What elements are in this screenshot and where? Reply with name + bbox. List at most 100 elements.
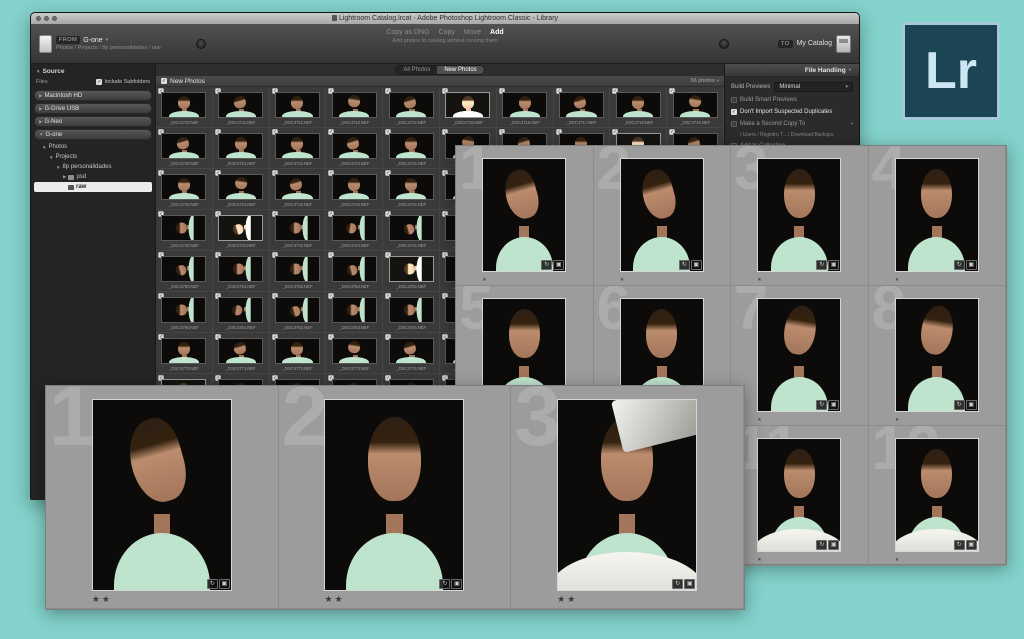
grid-thumbnail-cell[interactable]: _DSC4744.NEF (383, 210, 440, 251)
photo-preview[interactable] (757, 158, 841, 272)
crop-badge-icon[interactable] (828, 400, 839, 410)
grid-thumbnail-cell[interactable]: _DSC4740.NEF (156, 210, 213, 251)
star-rating[interactable]: ★★ (92, 594, 112, 605)
grid-thumbnail-cell[interactable]: _DSC4716.NEF (497, 87, 554, 128)
photo-thumbnail[interactable] (559, 92, 604, 118)
grid-thumbnail-cell[interactable]: _DSC4750.NEF (156, 251, 213, 292)
grid-thumbnail-cell[interactable]: _DSC4712.NEF (270, 87, 327, 128)
grid-thumbnail-cell[interactable]: _DSC4710.NEF (156, 87, 213, 128)
adjustment-badge-icon[interactable] (954, 540, 965, 550)
method-add[interactable]: Add (490, 29, 504, 36)
grid-thumbnail-cell[interactable]: _DSC4732.NEF (270, 169, 327, 210)
triangle-collapsed-icon[interactable]: ▶ (63, 174, 66, 180)
photo-thumbnail[interactable] (275, 133, 320, 159)
volume-g-drive-usb[interactable]: ▶G-Drive USB (34, 103, 152, 114)
zoom-cell-7[interactable]: 7★ (731, 286, 869, 426)
star-rating[interactable]: ★ (620, 277, 624, 283)
photo-preview[interactable] (895, 298, 979, 412)
grid-thumbnail-cell[interactable]: _DSC4724.NEF (383, 128, 440, 169)
photo-thumbnail[interactable] (502, 92, 547, 118)
grid-thumbnail-cell[interactable]: _DSC4761.NEF (213, 292, 270, 333)
star-rating[interactable]: ★ (895, 557, 899, 563)
adjustment-badge-icon[interactable] (541, 260, 552, 270)
photo-thumbnail[interactable] (218, 256, 263, 282)
destination-name[interactable]: My Catalog (797, 40, 832, 47)
next-panel-button[interactable] (719, 39, 729, 49)
triangle-expanded-icon[interactable]: ▼ (42, 145, 46, 150)
grid-thumbnail-cell[interactable]: _DSC4718.NEF (610, 87, 667, 128)
volume-g-one[interactable]: ▼G-one (34, 129, 152, 140)
grid-thumbnail-cell[interactable]: _DSC4711.NEF (213, 87, 270, 128)
photo-thumbnail[interactable] (218, 133, 263, 159)
photo-thumbnail[interactable] (445, 92, 490, 118)
grid-thumbnail-cell[interactable]: _DSC4720.NEF (156, 128, 213, 169)
photo-thumbnail[interactable] (332, 256, 377, 282)
photo-thumbnail[interactable] (332, 133, 377, 159)
photo-preview[interactable] (895, 438, 979, 552)
import-source-group[interactable]: FROM G-one ▾ Photos / Projects / 8p pers… (39, 35, 161, 53)
photo-thumbnail[interactable] (218, 297, 263, 323)
photo-thumbnail[interactable] (275, 297, 320, 323)
star-rating[interactable]: ★★ (324, 594, 344, 605)
crop-badge-icon[interactable] (553, 260, 564, 270)
triangle-expanded-icon[interactable]: ▼ (49, 155, 53, 160)
adjustment-badge-icon[interactable] (439, 579, 450, 589)
photo-thumbnail[interactable] (389, 215, 434, 241)
grid-thumbnail-cell[interactable]: _DSC4742.NEF (270, 210, 327, 251)
folder-item-psd[interactable]: ▶psd (31, 172, 155, 182)
source-name[interactable]: G-one (83, 37, 102, 44)
include-subfolders-checkbox[interactable] (96, 79, 102, 85)
crop-badge-icon[interactable] (219, 579, 230, 589)
grid-thumbnail-cell[interactable]: _DSC4741.NEF (213, 210, 270, 251)
crop-badge-icon[interactable] (966, 260, 977, 270)
grid-thumbnail-cell[interactable]: _DSC4773.NEF (326, 333, 383, 374)
crop-badge-icon[interactable] (828, 260, 839, 270)
chevron-down-icon[interactable]: ▾ (851, 121, 853, 127)
build-previews-select[interactable]: Minimal ▾ (774, 82, 853, 92)
grid-thumbnail-cell[interactable]: _DSC4715.NEF (440, 87, 497, 128)
option-build-smart-previews[interactable]: Build Smart Previews (731, 97, 853, 104)
source-panel-header[interactable]: ▼Source (31, 66, 155, 77)
grid-thumbnail-cell[interactable]: _DSC4754.NEF (383, 251, 440, 292)
zoom-cell-8[interactable]: 8★ (869, 286, 1007, 426)
photo-thumbnail[interactable] (332, 297, 377, 323)
grid-thumbnail-cell[interactable]: _DSC4734.NEF (383, 169, 440, 210)
zoom-cell-2[interactable]: 2★ (594, 146, 732, 286)
star-rating[interactable]: ★ (757, 417, 761, 423)
crop-badge-icon[interactable] (691, 260, 702, 270)
window-titlebar[interactable]: Lightroom Catalog.lrcat - Adobe Photosho… (31, 13, 859, 24)
import-destination-group[interactable]: TO My Catalog (778, 35, 851, 53)
photo-thumbnail[interactable] (218, 92, 263, 118)
star-rating[interactable]: ★ (757, 557, 761, 563)
grid-thumbnail-cell[interactable]: _DSC4770.NEF (156, 333, 213, 374)
grid-thumbnail-cell[interactable]: _DSC4719.NEF (667, 87, 724, 128)
grid-thumbnail-cell[interactable]: _DSC4723.NEF (326, 128, 383, 169)
option-make-a-second-copy-to[interactable]: Make a Second Copy To▾ (731, 121, 853, 128)
star-rating[interactable]: ★ (757, 277, 761, 283)
option-checkbox[interactable] (731, 109, 737, 115)
option-don-t-import-suspected-duplicates[interactable]: Don't Import Suspected Duplicates (731, 109, 853, 116)
grid-thumbnail-cell[interactable]: _DSC4731.NEF (213, 169, 270, 210)
star-rating[interactable]: ★ (482, 277, 486, 283)
adjustment-badge-icon[interactable] (679, 260, 690, 270)
photo-thumbnail[interactable] (389, 92, 434, 118)
crop-badge-icon[interactable] (828, 540, 839, 550)
photo-preview[interactable] (557, 399, 697, 591)
photo-preview[interactable] (757, 438, 841, 552)
grid-thumbnail-cell[interactable]: _DSC4733.NEF (326, 169, 383, 210)
photo-thumbnail[interactable] (616, 92, 661, 118)
photo-thumbnail[interactable] (161, 256, 206, 282)
grid-thumbnail-cell[interactable]: _DSC4713.NEF (326, 87, 383, 128)
photo-thumbnail[interactable] (332, 174, 377, 200)
adjustment-badge-icon[interactable] (816, 540, 827, 550)
photo-thumbnail[interactable] (218, 174, 263, 200)
photo-thumbnail[interactable] (389, 297, 434, 323)
crop-badge-icon[interactable] (966, 400, 977, 410)
zoom-cell-12[interactable]: 12★ (869, 426, 1007, 566)
grid-thumbnail-cell[interactable]: _DSC4751.NEF (213, 251, 270, 292)
star-rating[interactable]: ★ (895, 417, 899, 423)
triangle-expanded-icon[interactable]: ▼ (39, 132, 43, 137)
photo-preview[interactable] (620, 158, 704, 272)
folder-item-photos[interactable]: ▼Photos (31, 142, 155, 152)
photo-thumbnail[interactable] (275, 256, 320, 282)
